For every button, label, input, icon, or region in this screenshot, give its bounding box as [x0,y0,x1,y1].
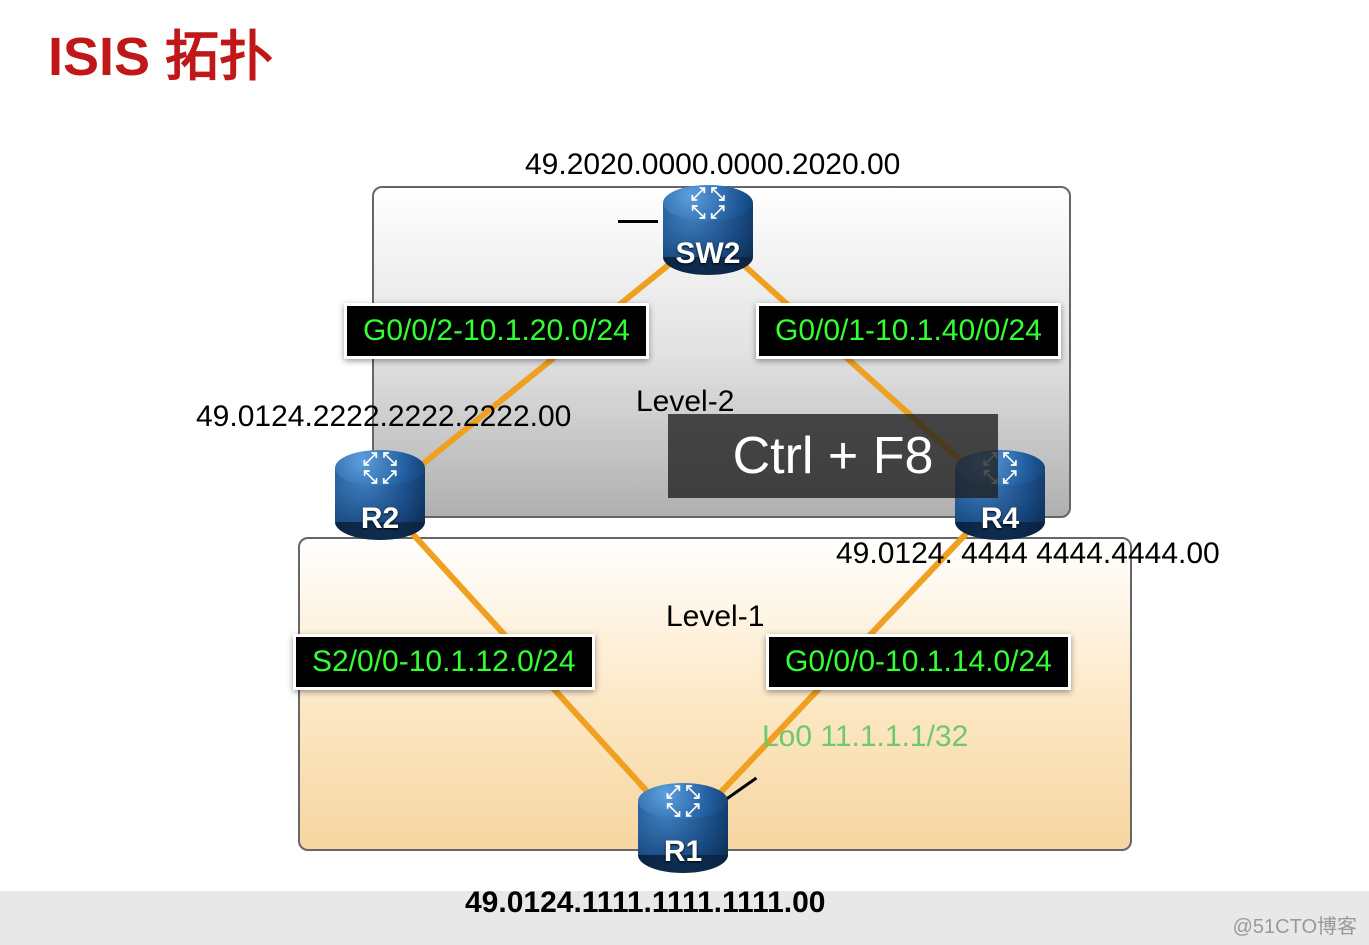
node-r2: ⤢ ⤡⤡ ⤢ R2 [335,450,425,540]
node-sw2-label: SW2 [663,237,753,271]
node-r2-label: R2 [335,502,425,536]
r4-net: 49.0124. 4444 4444.4444.00 [836,537,1220,571]
r1-net: 49.0124.1111.1111.1111.00 [465,886,825,920]
node-r1: ⤢ ⤡⤡ ⤢ R1 [638,783,728,873]
link-label-sw2-r4: G0/0/1-10.1.40/0/24 [756,303,1061,359]
link-label-r4-r1: G0/0/0-10.1.14.0/24 [766,634,1071,690]
tick-sw2 [618,220,658,223]
r2-net: 49.0124.2222.2222.2222.00 [196,400,571,434]
link-label-sw2-r2: G0/0/2-10.1.20.0/24 [344,303,649,359]
node-r1-label: R1 [638,835,728,869]
shortcut-overlay: Ctrl + F8 [668,414,998,498]
link-label-r2-r1: S2/0/0-10.1.12.0/24 [293,634,595,690]
sw2-net: 49.2020.0000.0000.2020.00 [525,148,900,182]
loopback-label: Lo0 11.1.1.1/32 [762,720,968,754]
level1-label: Level-1 [666,600,764,634]
watermark: @51CTO博客 [1233,910,1357,939]
node-r4-label: R4 [955,502,1045,536]
node-sw2: ⤢ ⤡⤡ ⤢ SW2 [663,185,753,275]
page-title: ISIS 拓扑 [48,12,273,91]
